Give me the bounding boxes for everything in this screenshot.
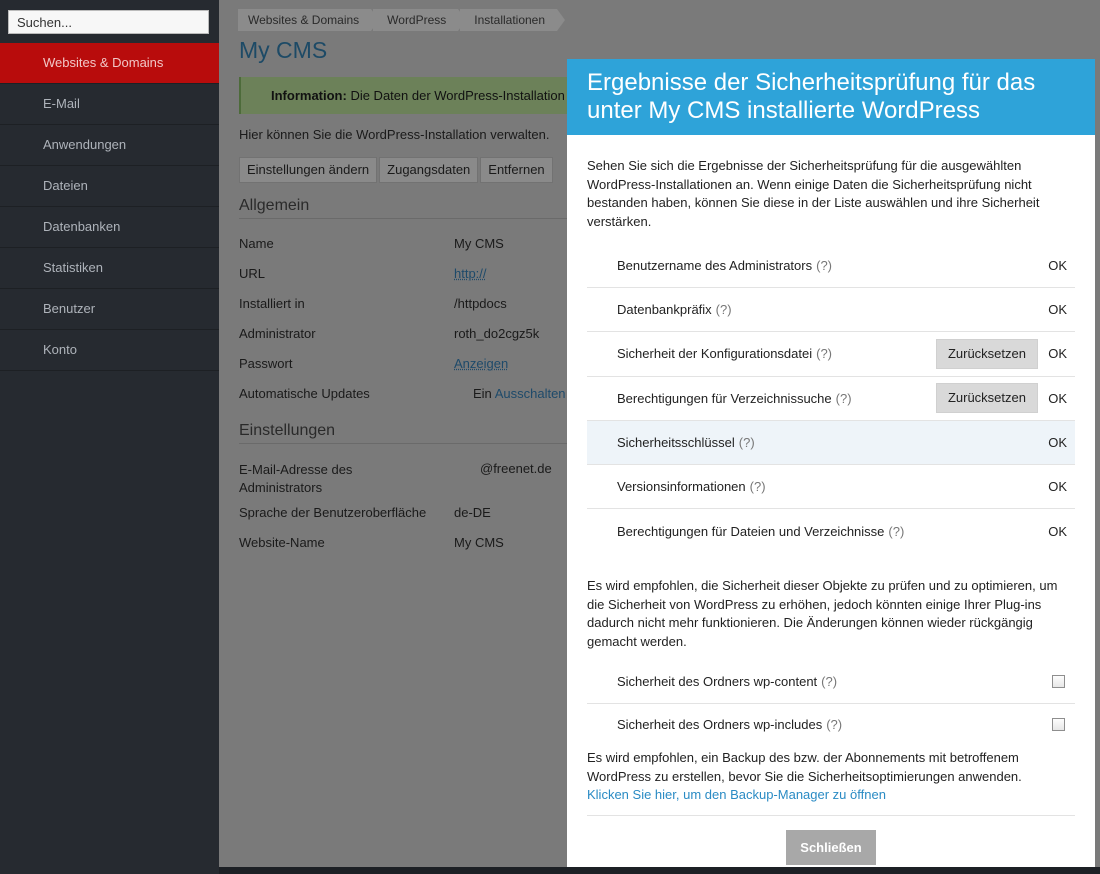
option-row-wp-includes: Sicherheit des Ordners wp-includes (?)	[587, 704, 1075, 745]
dialog-body: Sehen Sie sich die Ergebnisse der Sicher…	[567, 135, 1095, 865]
info-label: Information:	[271, 88, 347, 103]
show-password-link[interactable]: Anzeigen	[454, 356, 508, 371]
check-status: OK	[1048, 523, 1067, 539]
check-label: Berechtigungen für Verzeichnissuche	[617, 390, 832, 406]
check-label: Datenbankpräfix	[617, 302, 712, 318]
sidebar-item-anwendungen[interactable]: Anwendungen	[0, 125, 219, 166]
backup-manager-link[interactable]: Klicken Sie hier, um den Backup-Manager …	[587, 787, 886, 802]
breadcrumb-item-wordpress[interactable]: WordPress	[373, 9, 467, 31]
settings-value-admin-email: @freenet.de	[480, 461, 552, 476]
breadcrumb-item-installationen[interactable]: Installationen	[460, 9, 565, 31]
help-icon[interactable]: (?)	[888, 524, 904, 539]
general-value-url[interactable]: http://	[454, 266, 487, 281]
sidebar-item-datenbanken[interactable]: Datenbanken	[0, 207, 219, 248]
auto-updates-toggle-link[interactable]: Ausschalten	[495, 386, 566, 401]
help-icon[interactable]: (?)	[716, 302, 732, 317]
settings-label-site-name: Website-Name	[239, 535, 325, 550]
backup-note-text: Es wird empfohlen, ein Backup des bzw. d…	[587, 750, 1022, 784]
breadcrumb-item-websites-domains[interactable]: Websites & Domains	[238, 9, 380, 31]
sidebar-item-email[interactable]: E-Mail	[0, 84, 219, 125]
change-settings-button[interactable]: Einstellungen ändern	[239, 157, 378, 183]
breadcrumb: Websites & Domains WordPress Installatio…	[238, 9, 565, 31]
security-check-list: Benutzername des Administrators (?) OK D…	[587, 244, 1075, 553]
check-row-admin-username: Benutzername des Administrators (?) OK	[587, 244, 1075, 289]
check-status: OK	[1048, 390, 1067, 406]
auto-updates-value: Ein Ausschalten	[473, 386, 566, 401]
help-icon[interactable]: (?)	[750, 479, 766, 494]
option-label: Sicherheit des Ordners wp-includes	[617, 717, 823, 733]
optimization-options: Sicherheit des Ordners wp-content (?) Si…	[587, 659, 1075, 745]
general-label-administrator: Administrator	[239, 326, 316, 341]
sidebar-item-statistiken[interactable]: Statistiken	[0, 248, 219, 289]
info-text: Die Daten der WordPress-Installation	[346, 88, 565, 103]
general-value-name: My CMS	[454, 236, 504, 251]
settings-heading: Einstellungen	[239, 422, 569, 444]
check-row-version-info: Versionsinformationen (?) OK	[587, 465, 1075, 510]
sidebar-item-konto[interactable]: Konto	[0, 330, 219, 371]
check-label: Berechtigungen für Dateien und Verzeichn…	[617, 523, 885, 539]
general-value-administrator: roth_do2cgz5k	[454, 326, 540, 341]
option-label: Sicherheit des Ordners wp-content	[617, 673, 818, 689]
dialog-header: Ergebnisse der Sicherheitsprüfung für da…	[567, 59, 1095, 135]
auto-updates-state: Ein	[473, 386, 492, 401]
general-label-installed-in: Installiert in	[239, 296, 305, 311]
close-button[interactable]: Schließen	[786, 829, 876, 865]
sidebar-item-websites-domains[interactable]: Websites & Domains	[0, 43, 219, 84]
check-status: OK	[1048, 302, 1067, 318]
option-row-wp-content: Sicherheit des Ordners wp-content (?)	[587, 659, 1075, 705]
reset-directory-browsing-button[interactable]: Zurücksetzen	[935, 383, 1038, 414]
sidebar-item-dateien[interactable]: Dateien	[0, 166, 219, 207]
check-row-security-keys: Sicherheitsschlüssel (?) OK	[587, 420, 1075, 465]
page-title: My CMS	[239, 37, 328, 63]
check-label: Sicherheit der Konfigurationsdatei	[617, 346, 813, 362]
general-label-password: Passwort	[239, 356, 293, 371]
settings-label-ui-language: Sprache der Benutzeroberfläche	[239, 505, 427, 520]
help-icon[interactable]: (?)	[816, 346, 832, 361]
action-tabs: Einstellungen ändern Zugangsdaten Entfer…	[239, 157, 555, 183]
check-status: OK	[1048, 258, 1067, 274]
settings-label-admin-email: E-Mail-Adresse des Administrators	[239, 462, 353, 495]
bottom-bar	[219, 867, 1100, 874]
check-label: Versionsinformationen	[617, 479, 746, 495]
check-row-config-file: Sicherheit der Konfigurationsdatei (?) Z…	[587, 332, 1075, 377]
dialog-footer: Schließen	[587, 816, 1075, 865]
info-message: Information: Die Daten der WordPress-Ins…	[239, 77, 579, 114]
help-icon[interactable]: (?)	[816, 258, 832, 273]
check-label: Sicherheitsschlüssel	[617, 434, 735, 450]
search-input[interactable]	[8, 10, 209, 34]
help-icon[interactable]: (?)	[821, 674, 837, 689]
recommendation-text: Es wird empfohlen, die Sicherheit dieser…	[587, 578, 1058, 649]
settings-value-site-name: My CMS	[454, 535, 504, 550]
security-check-dialog: Ergebnisse der Sicherheitsprüfung für da…	[567, 59, 1095, 867]
general-value-installed-in: /httpdocs	[454, 296, 507, 311]
help-icon[interactable]: (?)	[739, 435, 755, 450]
general-label-auto-updates: Automatische Updates	[239, 386, 370, 401]
sidebar-item-benutzer[interactable]: Benutzer	[0, 289, 219, 330]
reset-config-file-button[interactable]: Zurücksetzen	[935, 338, 1038, 369]
check-row-directory-browsing: Berechtigungen für Verzeichnissuche (?) …	[587, 377, 1075, 421]
search-wrap	[0, 0, 219, 43]
remove-button[interactable]: Entfernen	[480, 157, 553, 183]
sidebar: Websites & Domains E-Mail Anwendungen Da…	[0, 0, 219, 874]
dialog-description: Sehen Sie sich die Ergebnisse der Sicher…	[587, 158, 1040, 229]
check-row-file-permissions: Berechtigungen für Dateien und Verzeichn…	[587, 509, 1075, 553]
dialog-title: Ergebnisse der Sicherheitsprüfung für da…	[587, 69, 1036, 124]
check-status: OK	[1048, 479, 1067, 495]
general-label-url: URL	[239, 266, 266, 281]
wp-includes-checkbox[interactable]	[1052, 718, 1065, 732]
wp-content-checkbox[interactable]	[1052, 674, 1065, 688]
credentials-button[interactable]: Zugangsdaten	[379, 157, 479, 183]
check-status: OK	[1048, 346, 1067, 362]
settings-value-ui-language: de-DE	[454, 505, 491, 520]
check-label: Benutzername des Administrators	[617, 258, 813, 274]
general-label-name: Name	[239, 236, 274, 251]
check-row-db-prefix: Datenbankpräfix (?) OK	[587, 288, 1075, 333]
general-heading: Allgemein	[239, 197, 569, 219]
intro-text: Hier können Sie die WordPress-Installati…	[239, 127, 550, 142]
check-status: OK	[1048, 434, 1067, 450]
help-icon[interactable]: (?)	[836, 391, 852, 406]
backup-note: Es wird empfohlen, ein Backup des bzw. d…	[587, 749, 1075, 816]
help-icon[interactable]: (?)	[826, 717, 842, 732]
